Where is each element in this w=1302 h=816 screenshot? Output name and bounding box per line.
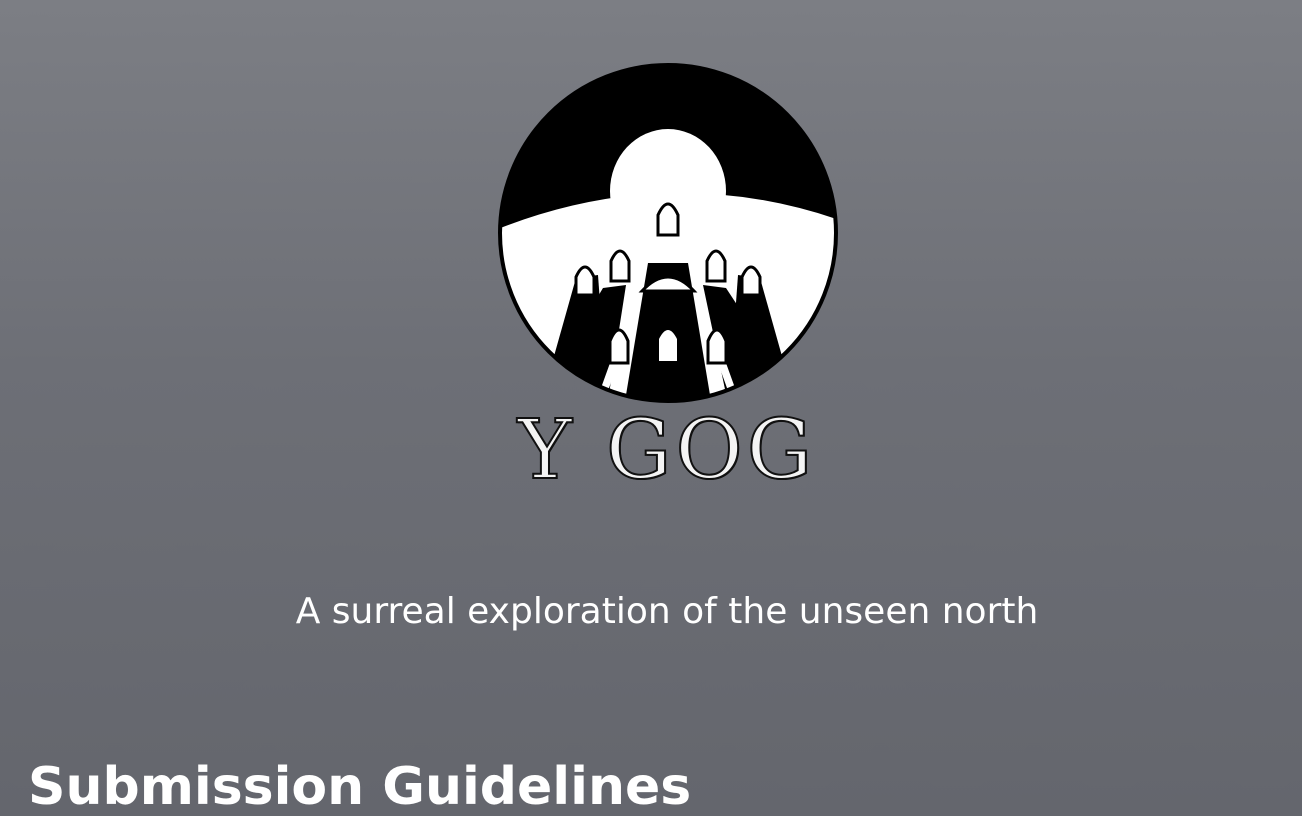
site-wordmark: Y GOG	[517, 403, 817, 498]
site-tagline: A surreal exploration of the unseen nort…	[295, 591, 1039, 632]
castle-moon-emblem-icon	[498, 63, 838, 403]
submission-guidelines-heading: Submission Guidelines	[28, 757, 692, 816]
